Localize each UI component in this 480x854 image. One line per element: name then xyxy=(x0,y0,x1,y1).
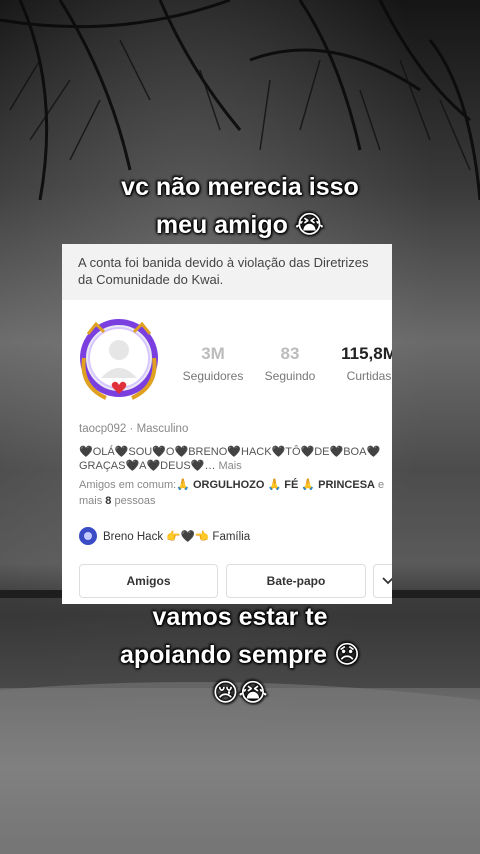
profile-screenshot-card: A conta foi banida devido à violação das… xyxy=(62,244,392,604)
top-caption-line2: meu amigo 😭 xyxy=(0,206,480,244)
group-icon xyxy=(79,527,97,545)
profile-stats: 3M Seguidores 83 Seguindo 115,8M Curtida… xyxy=(62,344,392,389)
profile-bio: 🖤OLÁ🖤SOU🖤O🖤BRENO🖤HACK🖤TÔ🖤DE🖤BOA🖤GRAÇAS🖤A… xyxy=(79,445,392,473)
bottom-caption: vamos estar te apoiando sempre 😞 😢😭 xyxy=(0,598,480,712)
followers-label: Seguidores xyxy=(182,369,244,383)
banned-account-banner: A conta foi banida devido à violação das… xyxy=(62,244,392,300)
following-stat[interactable]: 83 Seguindo xyxy=(260,344,320,383)
following-label: Seguindo xyxy=(264,369,316,383)
top-caption: vc não merecia isso meu amigo 😭 xyxy=(0,168,480,244)
likes-label: Curtidas xyxy=(346,369,392,383)
bottom-caption-line2: apoiando sempre 😞 xyxy=(0,636,480,674)
bottom-caption-line1: vamos estar te xyxy=(152,603,328,631)
bottom-caption-line2-text: apoiando sempre xyxy=(119,641,327,669)
mutual-friend-1: ORGULHOZO 🙏 FÉ 🙏 xyxy=(192,479,316,491)
likes-stat[interactable]: 115,8M Curtidas xyxy=(334,344,392,383)
meta-separator: · xyxy=(129,423,134,435)
chevron-down-icon xyxy=(382,577,392,585)
mutual-friends-suffix: pessoas xyxy=(114,495,156,507)
followers-count: 3M xyxy=(201,344,225,363)
likes-count: 115,8M xyxy=(341,344,392,363)
mutual-friends-count: 8 xyxy=(105,495,112,507)
bio-more-link[interactable]: Mais xyxy=(219,460,242,472)
profile-meta: taocp092 · Masculino xyxy=(79,423,188,435)
top-caption-line1: vc não merecia isso xyxy=(121,173,359,201)
followers-stat[interactable]: 3M Seguidores xyxy=(180,344,246,383)
linked-group-text: Breno Hack 👉🖤👈 Família xyxy=(103,531,251,543)
disappointed-face-emoji: 😞 xyxy=(333,640,360,669)
gender: Masculino xyxy=(136,423,189,435)
more-options-button[interactable] xyxy=(373,564,392,598)
friends-button[interactable]: Amigos xyxy=(79,564,218,598)
username: taocp092 xyxy=(79,423,127,435)
chat-button[interactable]: Bate-papo xyxy=(226,564,366,598)
following-count: 83 xyxy=(280,344,300,363)
mutual-friend-2: PRINCESA xyxy=(318,479,375,491)
mutual-friends-prefix: Amigos em comum:🙏 xyxy=(79,479,190,491)
mutual-friends[interactable]: Amigos em comum:🙏 ORGULHOZO 🙏 FÉ 🙏 PRINC… xyxy=(79,477,392,509)
sad-crying-emojis: 😢😭 xyxy=(212,678,268,707)
top-caption-line2-text: meu amigo xyxy=(155,211,288,239)
crying-face-emoji: 😭 xyxy=(294,210,325,239)
linked-group-row[interactable]: Breno Hack 👉🖤👈 Família xyxy=(79,527,250,545)
